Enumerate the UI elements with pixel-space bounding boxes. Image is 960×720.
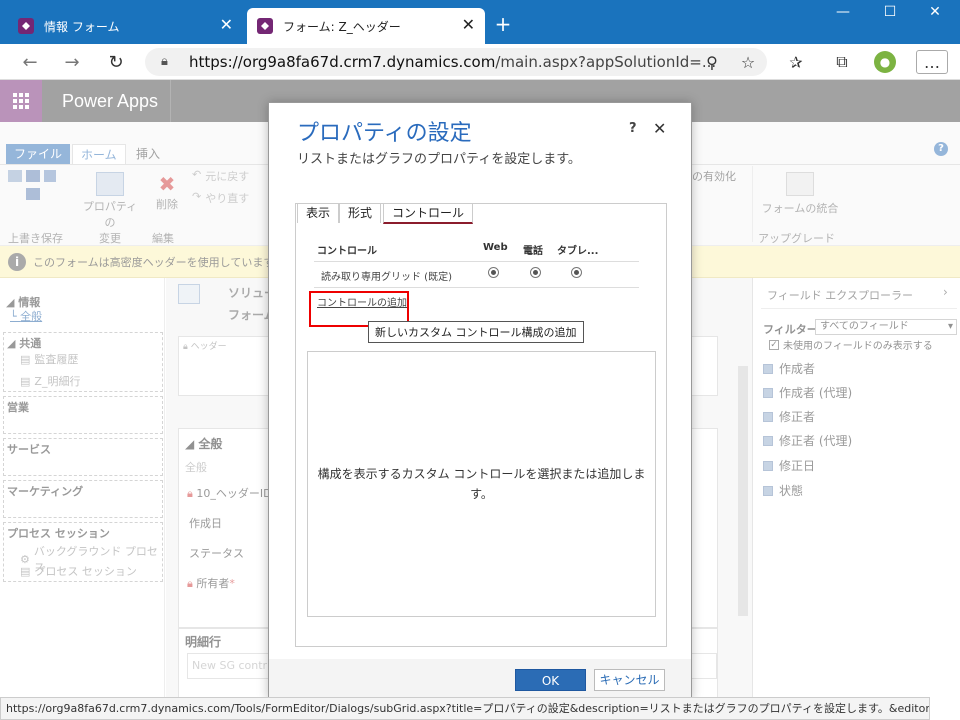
zoom-icon[interactable]: ⚲	[700, 50, 724, 74]
ok-button[interactable]: OK	[515, 669, 586, 691]
phone-radio-button[interactable]	[530, 267, 541, 278]
dialog-subtitle: リストまたはグラフのプロパティを設定します。	[297, 152, 581, 167]
table-divider	[314, 287, 639, 288]
browser-tab-info-form[interactable]: 情報 フォーム ✕	[8, 8, 243, 44]
dialog-help-icon[interactable]: ?	[629, 121, 637, 136]
table-divider	[314, 261, 639, 262]
url-path: /main.aspx?appSolutionId=...	[495, 53, 717, 71]
web-radio-button[interactable]	[488, 267, 499, 278]
tablet-column-header: タブレ...	[557, 246, 599, 257]
settings-more-icon[interactable]: …	[916, 50, 948, 74]
back-icon[interactable]: ←	[18, 50, 42, 74]
dialog-title: プロパティの設定	[297, 121, 472, 146]
favorites-icon[interactable]: ✰	[784, 50, 808, 74]
cancel-button[interactable]: キャンセル	[594, 669, 665, 691]
close-window-icon[interactable]: ✕	[920, 4, 950, 20]
url-input[interactable]: 🔒︎ https://org9a8fa67d.crm7.dynamics.com…	[145, 48, 767, 76]
tab-display[interactable]: 表示	[297, 203, 340, 223]
phone-column-header: 電話	[523, 246, 543, 257]
control-row-label: 読み取り専用グリッド (既定)	[321, 272, 452, 283]
lock-icon: 🔒︎	[161, 54, 168, 69]
minimize-icon[interactable]: —	[828, 4, 858, 20]
close-tab-icon[interactable]: ✕	[462, 16, 475, 34]
power-apps-favicon-icon	[257, 18, 273, 34]
dialog-close-icon[interactable]: ✕	[653, 119, 666, 138]
collections-icon[interactable]: ⧉	[830, 50, 854, 74]
tablet-radio-button[interactable]	[571, 267, 582, 278]
add-control-tooltip: 新しいカスタム コントロール構成の追加	[368, 321, 584, 343]
properties-dialog: プロパティの設定 リストまたはグラフのプロパティを設定します。 ? ✕ 表示 形…	[268, 102, 692, 700]
tab-format[interactable]: 形式	[339, 203, 382, 223]
maximize-icon[interactable]: ☐	[875, 4, 905, 20]
close-tab-icon[interactable]: ✕	[220, 16, 233, 34]
control-column-header: コントロール	[317, 246, 377, 257]
tab-controls[interactable]: コントロール	[383, 203, 474, 224]
control-config-area: 構成を表示するカスタム コントロールを選択または追加します。	[307, 351, 656, 617]
refresh-icon[interactable]: ↻	[104, 50, 128, 74]
tab-title: フォーム: Z_ヘッダー	[283, 19, 401, 34]
empty-state-message: 構成を表示するカスタム コントロールを選択または追加します。	[317, 467, 646, 501]
web-column-header: Web	[483, 242, 508, 253]
tab-title: 情報 フォーム	[44, 19, 120, 34]
address-toolbar: ← → ↻ 🔒︎ https://org9a8fa67d.crm7.dynami…	[0, 44, 960, 80]
favorite-star-icon[interactable]: ☆	[736, 50, 760, 74]
browser-tab-bar: 情報 フォーム ✕ フォーム: Z_ヘッダー ✕ + — ☐ ✕	[0, 0, 960, 44]
profile-avatar-icon[interactable]: ●	[873, 50, 897, 74]
forward-icon[interactable]: →	[60, 50, 84, 74]
url-host: https://org9a8fa67d.crm7.dynamics.com	[189, 53, 496, 71]
new-tab-button[interactable]: +	[492, 12, 514, 36]
power-apps-favicon-icon	[18, 18, 34, 34]
browser-status-bar: https://org9a8fa67d.crm7.dynamics.com/To…	[0, 697, 930, 720]
browser-tab-form-header[interactable]: フォーム: Z_ヘッダー ✕	[247, 8, 485, 44]
